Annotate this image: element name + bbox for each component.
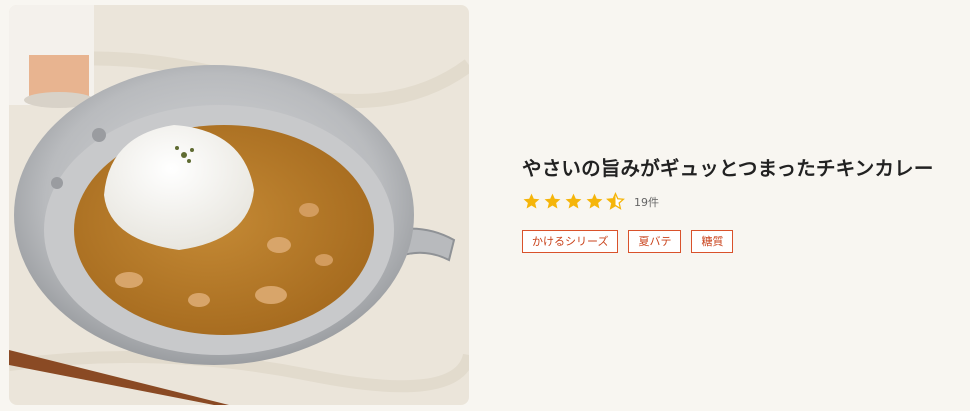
- star-rating: [522, 192, 625, 211]
- rating-row: 19件: [522, 192, 934, 211]
- tag-kakeru-series[interactable]: かけるシリーズ: [522, 230, 619, 253]
- half-star-icon: [606, 192, 625, 210]
- recipe-info: やさいの旨みがギュッとつまったチキンカレー 19件 かけるシリーズ 夏バテ 糖質: [522, 152, 934, 253]
- recipe-title[interactable]: やさいの旨みがギュッとつまったチキンカレー: [522, 152, 934, 181]
- curry-plate-illustration: [9, 5, 469, 405]
- star-icon: [565, 193, 582, 209]
- tag-list: かけるシリーズ 夏バテ 糖質: [522, 230, 934, 253]
- star-icon: [586, 193, 603, 209]
- tag-toushitsu[interactable]: 糖質: [691, 230, 734, 253]
- recipe-photo[interactable]: [9, 5, 469, 405]
- tag-natsubate[interactable]: 夏バテ: [628, 230, 682, 253]
- review-count: 19件: [634, 195, 659, 209]
- star-icon: [544, 193, 561, 209]
- star-icon: [523, 193, 540, 209]
